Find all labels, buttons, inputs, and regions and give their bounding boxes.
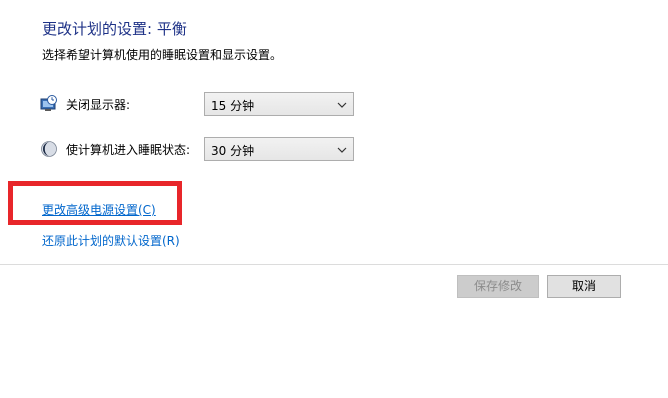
display-off-label: 关闭显示器:	[66, 98, 131, 112]
page-subtitle: 选择希望计算机使用的睡眠设置和显示设置。	[42, 48, 283, 62]
display-off-value: 15 分钟	[211, 99, 255, 113]
display-off-dropdown[interactable]: 15 分钟	[204, 92, 354, 116]
sleep-value: 30 分钟	[211, 144, 255, 158]
chevron-down-icon	[335, 97, 349, 111]
advanced-power-settings-link[interactable]: 更改高级电源设置(C)	[42, 201, 156, 218]
sleep-label: 使计算机进入睡眠状态:	[66, 143, 191, 157]
page-title: 更改计划的设置: 平衡	[42, 20, 187, 38]
moon-icon	[40, 140, 58, 158]
monitor-clock-icon	[40, 95, 58, 113]
display-off-setting: 关闭显示器: 15 分钟	[40, 92, 360, 116]
chevron-down-icon	[335, 142, 349, 156]
save-button[interactable]: 保存修改	[457, 275, 539, 298]
divider	[0, 264, 668, 265]
cancel-button[interactable]: 取消	[547, 275, 621, 298]
restore-defaults-link[interactable]: 还原此计划的默认设置(R)	[42, 232, 180, 249]
sleep-setting: 使计算机进入睡眠状态: 30 分钟	[40, 137, 360, 161]
sleep-dropdown[interactable]: 30 分钟	[204, 137, 354, 161]
power-plan-settings-page: 更改计划的设置: 平衡 选择希望计算机使用的睡眠设置和显示设置。 关闭显示器: …	[0, 0, 668, 398]
